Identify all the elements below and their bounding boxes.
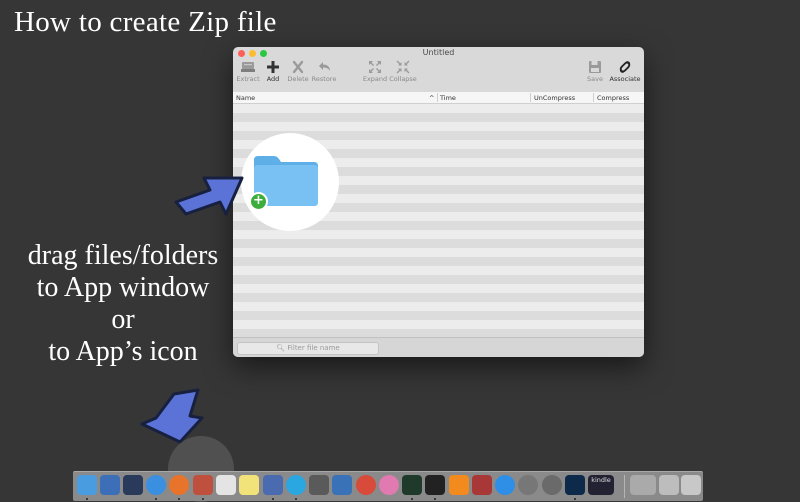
add-button[interactable]: Add [263,60,283,83]
arrow-right-icon [174,176,244,216]
add-label: Add [266,75,280,83]
delete-label: Delete [287,75,309,83]
app-icon-20[interactable] [518,475,538,495]
safari-icon[interactable] [146,475,166,495]
expand-icon [369,61,381,73]
extract-icon [241,62,255,72]
dock-separator [624,475,625,498]
table-header: Name ^ Time UnCompress Compress [233,92,644,104]
delete-button[interactable]: Delete [286,60,310,83]
link-icon [619,61,631,73]
expand-button[interactable]: Expand [362,60,388,83]
save-button[interactable]: Save [585,60,605,83]
dictionary-icon[interactable] [472,475,492,495]
app-icon-9[interactable] [263,475,283,495]
textedit-icon[interactable] [216,475,236,495]
collapse-label: Collapse [389,75,417,83]
terminal-icon[interactable] [425,475,445,495]
filter-placeholder: Filter file name [287,344,340,352]
column-compress[interactable]: Compress [597,94,629,102]
delete-icon [292,60,304,74]
extract-label: Extract [236,75,260,83]
downloads-stack-icon[interactable] [630,475,656,495]
title-bar[interactable]: Untitled [233,47,644,59]
expand-label: Expand [362,75,388,83]
sort-indicator: ^ [429,94,435,102]
activity-monitor-icon[interactable] [402,475,422,495]
search-icon: 🔍︎ [276,344,286,352]
kindle-icon[interactable]: kindle [588,475,614,495]
kindle-label: kindle [591,476,611,484]
save-label: Save [587,75,603,83]
extract-button[interactable]: Extract [236,60,260,83]
instruction-text: drag files/folders to App window or to A… [10,240,236,368]
firefox-icon[interactable] [169,475,189,495]
plus-icon [267,61,279,73]
bottom-bar: 🔍︎ Filter file name [233,337,644,357]
restore-button[interactable]: Restore [311,60,337,83]
column-name[interactable]: Name [236,94,255,102]
instruction-line-2: to App window [36,272,210,303]
mission-control-icon[interactable] [123,475,143,495]
photos-icon[interactable] [379,475,399,495]
trash-icon[interactable] [681,475,701,495]
collapse-icon [396,60,410,74]
collapse-button[interactable]: Collapse [389,60,417,83]
zip-app-icon[interactable] [193,475,213,495]
launchpad-icon[interactable] [100,475,120,495]
app-store-icon[interactable] [495,475,515,495]
save-icon [589,61,601,73]
finder-icon[interactable] [77,475,97,495]
system-preferences-icon[interactable] [542,475,562,495]
photoshop-icon[interactable] [565,475,585,495]
column-uncompress[interactable]: UnCompress [534,94,575,102]
app-icon-12[interactable] [332,475,352,495]
headline: How to create Zip file [14,6,277,38]
skype-icon[interactable] [286,475,306,495]
associate-label: Associate [609,75,641,83]
app-icon-11[interactable] [309,475,329,495]
vlc-icon[interactable] [449,475,469,495]
documents-stack-icon[interactable] [659,475,679,495]
instruction-line-1: drag files/folders [27,240,219,271]
window-title: Untitled [422,48,455,57]
dock: kindle [73,471,703,501]
column-time[interactable]: Time [440,94,456,102]
instruction-line-4: to App’s icon [48,336,198,367]
app-icon-13[interactable] [356,475,376,495]
notes-icon[interactable] [239,475,259,495]
restore-icon [319,62,330,71]
instruction-line-3: or [111,304,135,335]
associate-button[interactable]: Associate [609,60,641,83]
filter-input[interactable]: 🔍︎ Filter file name [237,342,379,355]
add-badge-icon: + [249,192,268,211]
restore-label: Restore [311,75,337,83]
